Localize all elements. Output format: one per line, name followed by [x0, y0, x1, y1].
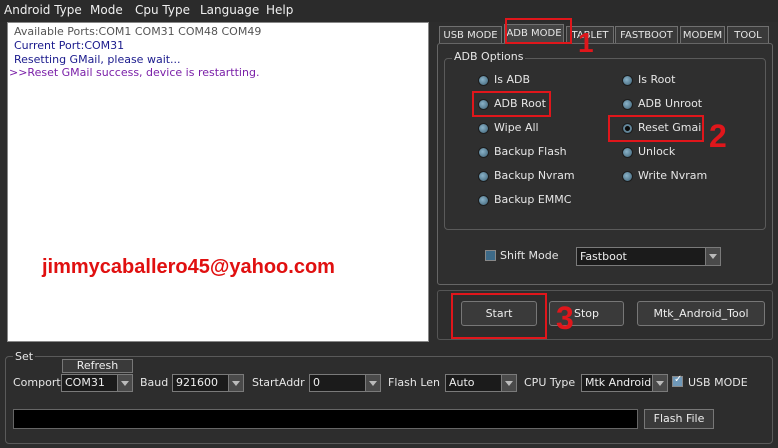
usb-mode-label: USB MODE — [688, 376, 748, 389]
radio-label: Backup Flash — [494, 145, 567, 158]
chevron-down-icon — [705, 248, 720, 265]
shift-mode-value: Fastboot — [580, 250, 627, 263]
radio-icon — [622, 99, 633, 110]
shift-mode-label: Shift Mode — [500, 249, 559, 262]
menu-bar: Android Type Mode Cpu Type Language Help — [0, 0, 778, 22]
flash-file-button[interactable]: Flash File — [644, 409, 714, 429]
annotation-number-2: 2 — [709, 118, 727, 154]
usb-mode-checkbox[interactable]: ✓ — [672, 374, 683, 387]
radio-label: Write Nvram — [638, 169, 708, 182]
radio-icon — [622, 75, 633, 86]
comport-value: COM31 — [65, 376, 105, 389]
annotation-number-3: 3 — [556, 300, 574, 336]
radio-icon — [622, 147, 633, 158]
startaddr-select[interactable]: 0 — [309, 374, 381, 392]
annotation-box-reset-gmail — [608, 115, 704, 142]
log-line: Available Ports:COM1 COM31 COM48 COM49 — [14, 25, 262, 38]
baud-select[interactable]: 921600 — [172, 374, 244, 392]
progress-bar — [13, 409, 638, 429]
annotation-box-start — [451, 293, 547, 339]
set-title: Set — [13, 350, 36, 363]
menu-cpu-type[interactable]: Cpu Type — [135, 3, 190, 17]
annotation-box-adb-root — [472, 91, 551, 117]
annotation-box-adb-mode — [505, 18, 572, 44]
log-line: Resetting GMail, please wait... — [14, 53, 181, 66]
radio-label: Is Root — [638, 73, 676, 86]
chevron-down-icon — [365, 375, 380, 391]
baud-label: Baud — [140, 376, 169, 389]
tab-usb-mode[interactable]: USB MODE — [439, 26, 502, 43]
radio-icon — [622, 171, 633, 182]
tab-tool[interactable]: TOOL — [727, 26, 769, 43]
radio-icon — [478, 123, 489, 134]
comport-select[interactable]: COM31 — [61, 374, 133, 392]
cputype-select[interactable]: Mtk Android — [581, 374, 668, 392]
annotation-number-1: 1 — [578, 27, 594, 58]
menu-help[interactable]: Help — [266, 3, 293, 17]
tab-fastboot[interactable]: FASTBOOT — [615, 26, 678, 43]
menu-android-type[interactable]: Android Type — [4, 3, 82, 17]
watermark-email: jimmycaballero45@yahoo.com — [42, 256, 335, 278]
radio-icon — [478, 147, 489, 158]
shift-mode-select[interactable]: Fastboot — [576, 247, 721, 266]
chevron-down-icon — [117, 375, 132, 391]
radio-icon — [478, 75, 489, 86]
comport-label: Comport — [13, 376, 61, 389]
flashlen-select[interactable]: Auto — [445, 374, 517, 392]
radio-icon — [478, 195, 489, 206]
cputype-value: Mtk Android — [585, 376, 652, 389]
shift-mode-checkbox[interactable] — [485, 250, 496, 261]
radio-label: Backup EMMC — [494, 193, 572, 206]
radio-label: Wipe All — [494, 121, 539, 134]
startaddr-label: StartAddr — [252, 376, 305, 389]
radio-label: ADB Unroot — [638, 97, 703, 110]
menu-language[interactable]: Language — [200, 3, 259, 17]
chevron-down-icon — [228, 375, 243, 391]
check-icon: ✓ — [674, 374, 683, 385]
log-output[interactable]: Available Ports:COM1 COM31 COM48 COM49 C… — [7, 22, 429, 342]
mtk-android-tool-button[interactable]: Mtk_Android_Tool — [637, 301, 765, 326]
log-line: >>Reset GMail success, device is restart… — [9, 66, 260, 79]
chevron-down-icon — [652, 375, 667, 391]
flashlen-value: Auto — [449, 376, 475, 389]
radio-label: Backup Nvram — [494, 169, 575, 182]
flashlen-label: Flash Len — [388, 376, 440, 389]
cputype-label: CPU Type — [524, 376, 576, 389]
startaddr-value: 0 — [313, 376, 320, 389]
radio-label: Is ADB — [494, 73, 531, 86]
radio-icon — [478, 171, 489, 182]
log-line: Current Port:COM31 — [14, 39, 125, 52]
chevron-down-icon — [501, 375, 516, 391]
refresh-button[interactable]: Refresh — [62, 359, 133, 373]
radio-label: Unlock — [638, 145, 676, 158]
menu-mode[interactable]: Mode — [90, 3, 123, 17]
baud-value: 921600 — [176, 376, 218, 389]
tab-modem[interactable]: MODEM — [680, 26, 725, 43]
adb-options-title: ADB Options — [452, 50, 526, 63]
